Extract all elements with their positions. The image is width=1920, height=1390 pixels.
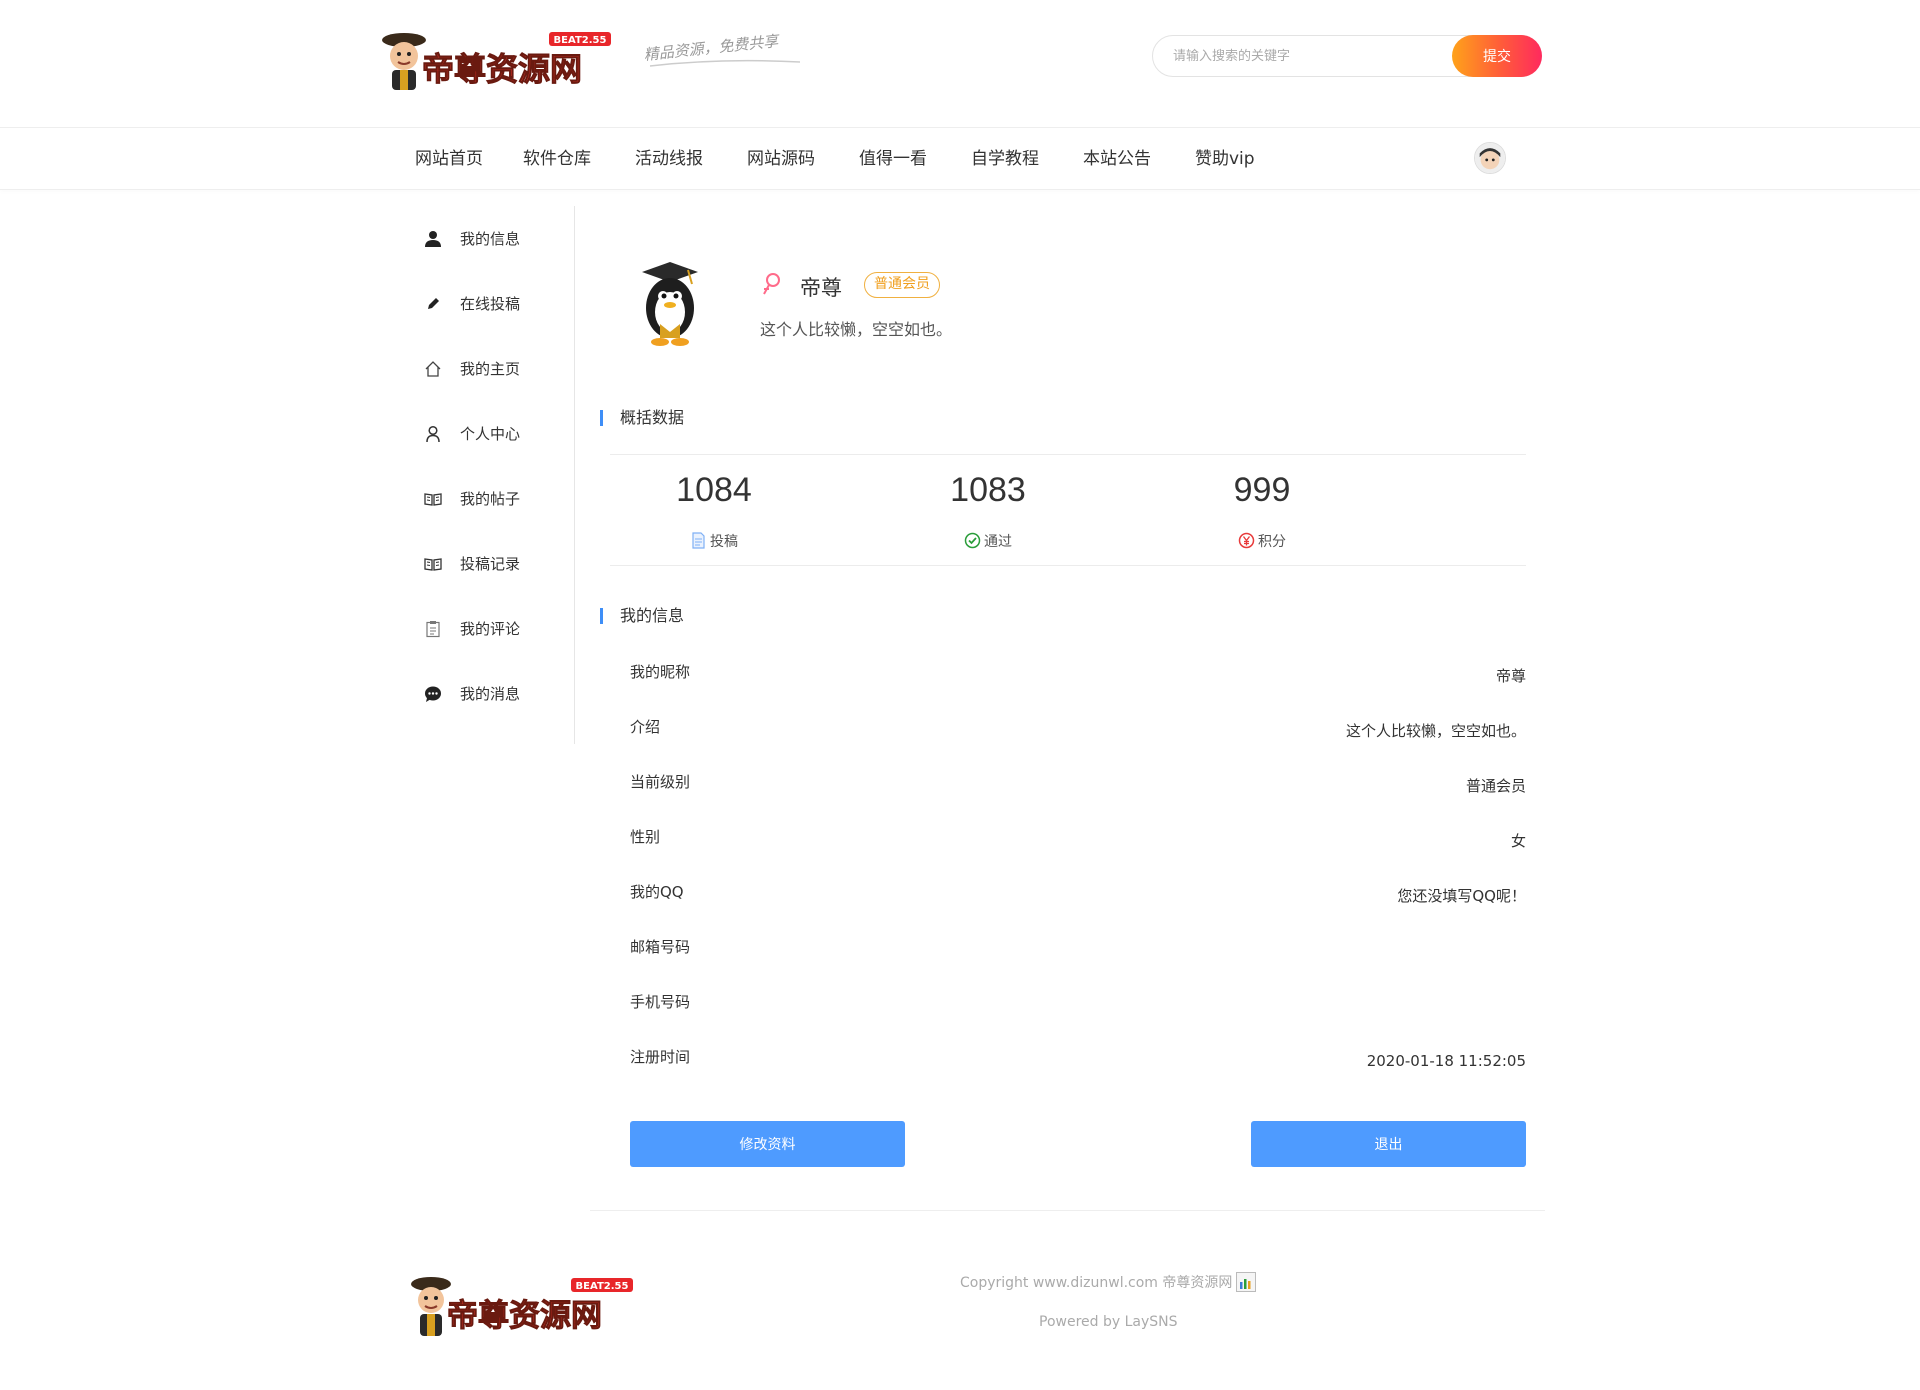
yen-circle-icon (1238, 532, 1255, 549)
profile-avatar (642, 262, 698, 346)
check-circle-icon (964, 532, 981, 549)
profile-intro: 这个人比较懒，空空如也。 (760, 320, 953, 339)
info-value: 帝尊 (1495, 667, 1526, 685)
nav-item-activities[interactable]: 活动线报 (635, 128, 703, 190)
svg-text:帝尊资源网: 帝尊资源网 (447, 1298, 602, 1334)
search-submit-button[interactable]: 提交 (1452, 35, 1542, 77)
site-logo[interactable]: BEAT2.55 帝尊资源网 (374, 26, 619, 92)
stats-counter-icon[interactable] (1236, 1272, 1257, 1292)
nav-item-notices[interactable]: 本站公告 (1083, 128, 1151, 190)
info-key: 手机号码 (630, 993, 691, 1011)
info-title: 我的信息 (599, 606, 684, 626)
nav-item-home[interactable]: 网站首页 (415, 128, 483, 190)
document-icon (692, 532, 705, 549)
sidebar-item-label: 我的评论 (460, 620, 521, 638)
overview-title: 概括数据 (599, 408, 684, 428)
info-row-phone: 手机号码 (630, 988, 1526, 1016)
sidebar: 我的信息 在线投稿 我的主页 个人中心 我的帖子 投稿记录 我的评论 我的消息 (400, 206, 575, 744)
info-value: 您还没填写QQ呢！ (1397, 887, 1526, 905)
sidebar-item-label: 我的信息 (460, 230, 521, 248)
clipboard-icon (426, 621, 440, 638)
copyright-text: Copyright www.dizunwl.com 帝尊资源网 (960, 1275, 1233, 1291)
info-key: 我的QQ (630, 883, 684, 901)
info-row-register-time: 注册时间 2020-01-18 11:52:05 (630, 1043, 1526, 1071)
stat-label: 积分 (1162, 531, 1362, 551)
nav-item-tutorials[interactable]: 自学教程 (971, 128, 1039, 190)
female-icon (763, 273, 780, 295)
nav-item-source[interactable]: 网站源码 (747, 128, 815, 190)
info-row-qq: 我的QQ 您还没填写QQ呢！ (630, 878, 1526, 906)
search-input[interactable] (1173, 36, 1433, 76)
footer-powered: Powered by LaySNS (1039, 1314, 1178, 1330)
svg-text:精品资源，免费共享: 精品资源，免费共享 (643, 32, 781, 64)
book-icon (424, 493, 442, 506)
info-key: 当前级别 (630, 773, 691, 791)
user-outline-icon (426, 425, 440, 443)
info-key: 我的昵称 (630, 663, 691, 681)
info-value: 这个人比较懒，空空如也。 (1345, 722, 1526, 740)
footer-copyright: Copyright www.dizunwl.com 帝尊资源网 (960, 1272, 1257, 1292)
logout-button[interactable]: 退出 (1251, 1121, 1526, 1167)
info-row-level: 当前级别 普通会员 (630, 768, 1526, 796)
sidebar-item-label: 我的帖子 (460, 490, 521, 508)
svg-text:BEAT2.55: BEAT2.55 (554, 35, 607, 46)
book-icon (424, 558, 442, 571)
site-header: BEAT2.55 帝尊资源网 精品资源，免费共享 提交 (0, 0, 1920, 128)
user-solid-icon (425, 231, 441, 247)
stat-value: 1084 (676, 471, 752, 509)
nav-item-worth-seeing[interactable]: 值得一看 (859, 128, 927, 190)
sidebar-item-label: 投稿记录 (460, 555, 521, 573)
sidebar-item-label: 我的消息 (460, 685, 521, 703)
search-box: 提交 (1152, 35, 1542, 77)
main-content: 帝尊 普通会员 这个人比较懒，空空如也。 概括数据 1084 投稿 1083 通… (590, 206, 1545, 1211)
info-value: 女 (1510, 832, 1526, 850)
info-row-gender: 性别 女 (630, 823, 1526, 851)
footer-logo[interactable]: BEAT2.55 帝尊资源网 (403, 1268, 643, 1340)
svg-text:BEAT2.55: BEAT2.55 (576, 1281, 629, 1292)
nav-item-vip[interactable]: 赞助vip (1195, 128, 1255, 190)
sidebar-item-label: 我的主页 (460, 360, 521, 378)
stat-value: 999 (1233, 471, 1291, 509)
stat-label: 投稿 (614, 531, 814, 551)
pencil-icon (428, 298, 439, 309)
info-row-nickname: 我的昵称 帝尊 (630, 658, 1526, 686)
info-value: 2020-01-18 11:52:05 (1366, 1052, 1526, 1070)
stat-value: 1083 (950, 471, 1026, 509)
chat-icon (425, 686, 441, 702)
level-badge: 普通会员 (864, 272, 940, 298)
stat-label: 通过 (888, 531, 1088, 551)
sidebar-item-label: 在线投稿 (460, 295, 521, 313)
info-key: 邮箱号码 (630, 938, 691, 956)
stats-panel: 1084 投稿 1083 通过 999 积分 (610, 454, 1526, 566)
home-icon (425, 361, 441, 377)
stat-approved[interactable]: 1083 通过 (888, 455, 1088, 567)
stat-points[interactable]: 999 积分 (1162, 455, 1362, 567)
info-key: 介绍 (630, 718, 661, 736)
info-row-intro: 介绍 这个人比较懒，空空如也。 (630, 713, 1526, 741)
info-key: 注册时间 (630, 1048, 691, 1066)
site-slogan: 精品资源，免费共享 (643, 32, 801, 67)
info-key: 性别 (630, 828, 661, 846)
stat-submissions[interactable]: 1084 投稿 (614, 455, 814, 567)
info-row-email: 邮箱号码 (630, 933, 1526, 961)
svg-text:帝尊资源网: 帝尊资源网 (422, 50, 582, 88)
main-nav: 网站首页 软件仓库 活动线报 网站源码 值得一看 自学教程 本站公告 赞助vip (0, 128, 1920, 190)
user-avatar-icon[interactable] (1474, 142, 1506, 174)
profile-name: 帝尊 (800, 276, 842, 300)
edit-profile-button[interactable]: 修改资料 (630, 1121, 905, 1167)
info-value: 普通会员 (1465, 777, 1526, 795)
nav-item-software[interactable]: 软件仓库 (523, 128, 591, 190)
sidebar-item-label: 个人中心 (460, 425, 521, 443)
